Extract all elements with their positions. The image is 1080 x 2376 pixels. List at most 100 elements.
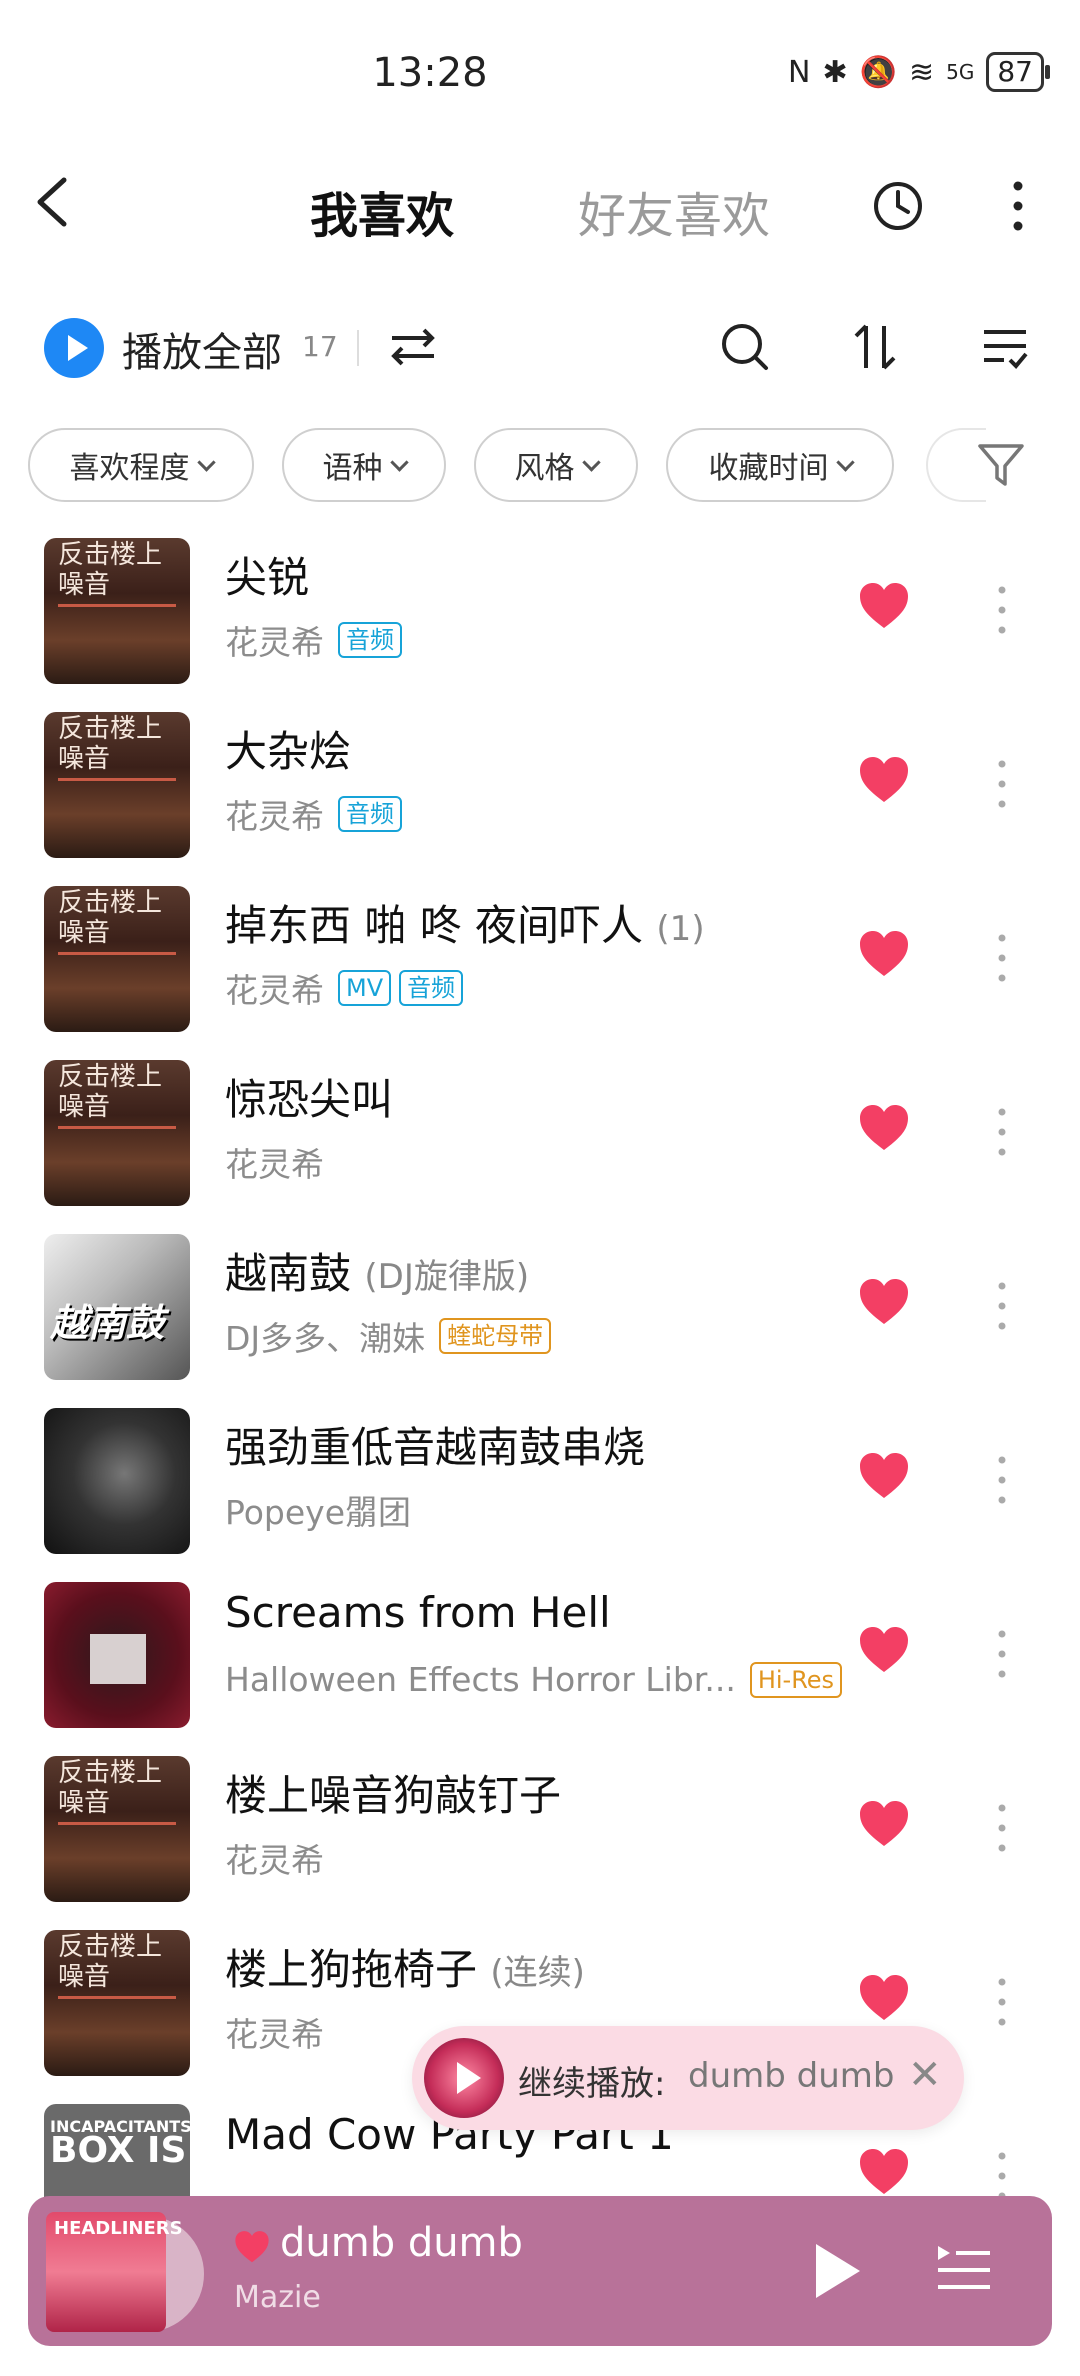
song-title: 楼上狗拖椅子 (连续) [225,1945,585,1994]
heart-icon[interactable] [858,756,910,804]
row-more-icon[interactable] [994,1626,1010,1682]
song-row[interactable]: 反击楼上 噪音 掉东西 啪 咚 夜间吓人 (1) 花灵希 MV 音频 [0,864,1080,1038]
chevron-down-icon [196,452,216,472]
queue-icon[interactable] [934,2242,994,2298]
song-title: 越南鼓 (DJ旋律版) [225,1249,530,1298]
back-icon[interactable] [28,172,76,232]
tag-audio: 音频 [338,796,402,832]
tag-mv[interactable]: MV [338,970,392,1006]
song-artist: Popeye朤团 [225,1493,411,1532]
filter-style[interactable]: 风格 [474,428,638,502]
manage-list-icon[interactable] [978,320,1032,374]
song-row[interactable]: Screams from Hell Halloween Effects Horr… [0,1560,1080,1734]
album-cover: 反击楼上 噪音 [44,712,190,858]
wifi-icon: ≋ [908,54,935,90]
history-icon[interactable] [870,178,926,234]
sort-icon[interactable] [848,320,902,374]
song-meta: 花灵希 音频 [225,790,402,838]
song-meta: 花灵希 MV 音频 [225,964,464,1012]
heart-icon[interactable] [858,1626,910,1674]
song-artist: 花灵希 [225,2015,324,2054]
bluetooth-icon: ✱ [822,54,848,90]
divider [357,330,359,366]
song-count: 17 [302,330,338,363]
song-artist: 花灵希 [225,797,324,836]
song-title: 楼上噪音狗敲钉子 [225,1771,562,1820]
row-more-icon[interactable] [994,582,1010,638]
continue-play-toast[interactable]: 继续播放: dumb dumb ✕ [412,2026,964,2130]
row-more-icon[interactable] [994,1278,1010,1334]
tab-friend-likes[interactable]: 好友喜欢 [578,176,770,246]
album-cover: 反击楼上 噪音 [44,538,190,684]
tag-master: 蝰蛇母带 [439,1318,552,1354]
row-more-icon[interactable] [994,1104,1010,1160]
shuffle-icon[interactable] [386,320,440,374]
chevron-down-icon [835,452,855,472]
song-row[interactable]: 越南鼓 越南鼓 (DJ旋律版) DJ多多、潮妹 蝰蛇母带 [0,1212,1080,1386]
filter-collect-time[interactable]: 收藏时间 [666,428,894,502]
heart-icon[interactable] [858,1104,910,1152]
song-row[interactable]: 反击楼上 噪音 大杂烩 花灵希 音频 [0,690,1080,864]
song-artist: 花灵希 [225,623,324,662]
row-more-icon[interactable] [994,1974,1010,2030]
toast-cover [424,2038,504,2118]
heart-icon[interactable] [234,2230,270,2264]
status-time: 13:28 [372,50,488,96]
song-title: 强劲重低音越南鼓串烧 [225,1423,646,1472]
song-artist: 花灵希 [225,1841,324,1880]
song-artist: 花灵希 [225,1145,324,1184]
heart-icon[interactable] [858,582,910,630]
row-more-icon[interactable] [994,1800,1010,1856]
song-title: 惊恐尖叫 [225,1075,394,1124]
album-cover: 反击楼上 噪音 [44,1756,190,1902]
tab-my-likes[interactable]: 我喜欢 [310,176,454,246]
toast-label: 继续播放: [518,2064,666,2104]
heart-icon[interactable] [858,1800,910,1848]
song-artist: DJ多多、潮妹 [225,1319,426,1358]
song-title: 掉东西 啪 咚 夜间吓人 (1) [225,901,705,950]
tag-hires: Hi-Res [749,1661,843,1698]
row-more-icon[interactable] [994,1452,1010,1508]
heart-icon[interactable] [858,1974,910,2022]
search-icon[interactable] [718,320,772,374]
song-meta: 花灵希 [225,1834,324,1882]
heart-icon[interactable] [858,1278,910,1326]
signal-icon: 5G [946,60,975,84]
album-cover: 反击楼上 噪音 [44,886,190,1032]
chevron-down-icon [581,452,601,472]
player-cover[interactable]: HEADLINERS [46,2212,183,2332]
filter-icon[interactable] [974,438,1028,492]
song-meta: DJ多多、潮妹 蝰蛇母带 [225,1312,552,1360]
chevron-down-icon [389,452,409,472]
song-title: Screams from Hell [225,1588,611,1637]
mini-player[interactable]: HEADLINERS dumb dumb Mazie [28,2196,1052,2346]
toast-song: dumb dumb [688,2056,895,2096]
album-cover: 反击楼上 噪音 [44,1930,190,2076]
song-suffix: (连续) [490,1953,585,1993]
song-meta: 花灵希 [225,1138,324,1186]
song-row[interactable]: 反击楼上 噪音 尖锐 花灵希 音频 [0,516,1080,690]
filter-like-level[interactable]: 喜欢程度 [28,428,254,502]
song-row[interactable]: 强劲重低音越南鼓串烧 Popeye朤团 [0,1386,1080,1560]
more-icon[interactable] [1002,176,1034,236]
heart-icon[interactable] [858,2148,910,2196]
close-icon[interactable]: ✕ [908,2052,942,2098]
row-more-icon[interactable] [994,756,1010,812]
album-cover: 越南鼓 [44,1234,190,1380]
filter-language[interactable]: 语种 [282,428,446,502]
play-all-label[interactable]: 播放全部 [122,320,282,378]
status-icons: N ✱ 🔕 ≋ 5G 87 [788,52,1050,92]
album-cover [44,1582,190,1728]
row-more-icon[interactable] [994,930,1010,986]
heart-icon[interactable] [858,930,910,978]
play-icon[interactable] [806,2238,866,2304]
song-title: 尖锐 [225,553,310,602]
song-artist: 花灵希 [225,971,324,1010]
song-meta: Popeye朤团 [225,1486,411,1534]
play-all-icon[interactable] [44,318,104,378]
player-song-title: dumb dumb [280,2220,523,2266]
song-row[interactable]: 反击楼上 噪音 惊恐尖叫 花灵希 [0,1038,1080,1212]
heart-icon[interactable] [858,1452,910,1500]
song-row[interactable]: 反击楼上 噪音 楼上噪音狗敲钉子 花灵希 [0,1734,1080,1908]
song-suffix: (1) [656,909,705,949]
